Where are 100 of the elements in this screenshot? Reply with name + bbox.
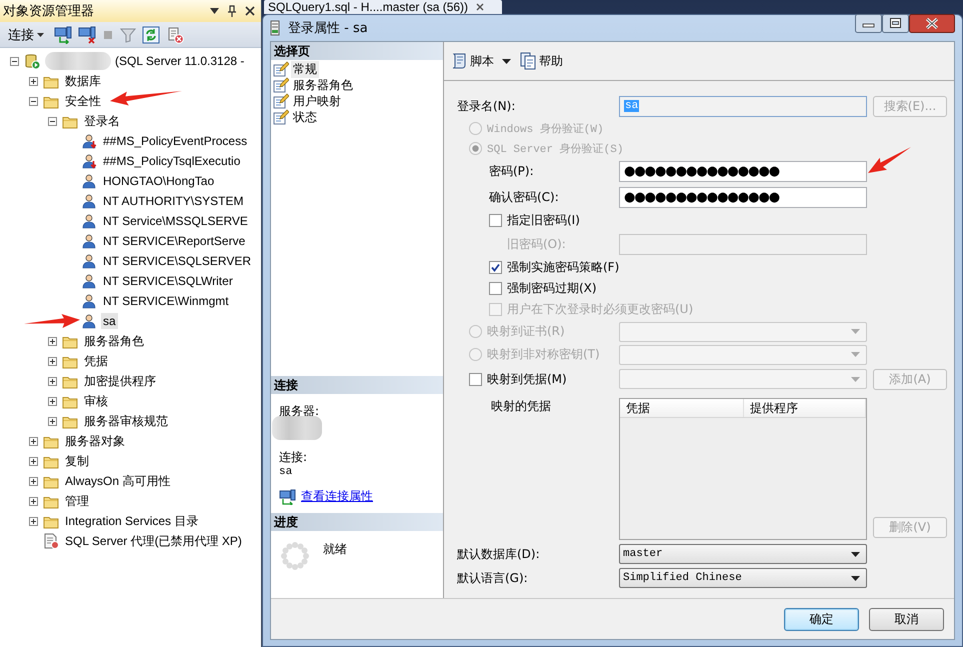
page-item[interactable]: 常规 — [291, 60, 319, 78]
column-header[interactable]: 凭据 — [620, 399, 744, 417]
checkbox[interactable] — [469, 372, 482, 386]
expander-icon[interactable] — [29, 456, 38, 466]
option-label: 强制实施密码策略(F) — [507, 259, 620, 276]
expander-icon[interactable] — [29, 96, 38, 106]
connect-button[interactable]: 连接 — [6, 26, 48, 44]
scroll-icon — [450, 52, 468, 70]
expander-icon[interactable] — [48, 376, 57, 386]
expander-icon[interactable] — [10, 56, 19, 66]
option-label: 映射到凭据(M) — [487, 370, 567, 388]
agent-icon — [43, 533, 59, 549]
spinner-icon — [279, 540, 311, 572]
cancel-button[interactable]: 取消 — [869, 608, 944, 630]
close-icon[interactable] — [476, 3, 484, 11]
expander-icon[interactable] — [48, 416, 57, 426]
connection-properties-link[interactable]: 查看连接属性 — [301, 488, 373, 505]
page-item[interactable]: 用户映射 — [291, 92, 343, 110]
connection-icon — [279, 488, 297, 504]
field-label: 映射的凭据 — [491, 398, 551, 415]
option-label: SQL Server 身份验证(S) — [487, 142, 624, 156]
expander-icon[interactable] — [48, 116, 57, 126]
tree-item[interactable]: 审核 — [82, 392, 110, 410]
tree-item[interactable]: 复制 — [63, 452, 91, 470]
annotation-arrow — [110, 91, 182, 106]
tree-item[interactable]: NT SERVICE\SQLSERVER — [101, 253, 254, 269]
expander-icon[interactable] — [29, 516, 38, 526]
expander-icon[interactable] — [29, 476, 38, 486]
status-text: 就绪 — [323, 541, 347, 558]
tree-item[interactable]: NT AUTHORITY\SYSTEM — [101, 193, 246, 209]
tree-item[interactable]: 服务器审核规范 — [82, 412, 170, 430]
maximize-icon[interactable] — [882, 14, 909, 33]
field-label: 确认密码(C): — [489, 188, 559, 206]
tree-item[interactable]: (SQL Server 11.0.3128 - — [113, 53, 246, 69]
tree-item[interactable]: 凭据 — [82, 352, 110, 370]
option-label: 强制密码过期(X) — [507, 280, 597, 297]
blurred-block — [272, 416, 322, 440]
tree-item[interactable]: NT Service\MSSQLSERVE — [101, 213, 250, 229]
caret-icon — [851, 552, 860, 556]
caret-icon — [851, 329, 860, 334]
help-button[interactable]: 帮助 — [519, 52, 563, 70]
tree-item[interactable]: NT SERVICE\Winmgmt — [101, 293, 231, 309]
filter-icon[interactable] — [120, 26, 136, 42]
caret-icon — [851, 576, 860, 580]
minimize-icon[interactable] — [855, 14, 882, 33]
option-label: Windows 身份验证(W) — [487, 122, 604, 136]
server-disconnect-icon[interactable] — [78, 26, 96, 44]
window-icon — [270, 20, 280, 36]
field-label: 默认数据库(D): — [457, 546, 540, 562]
connection-value: sa — [278, 466, 294, 478]
tree-item[interactable]: 安全性 — [63, 92, 103, 110]
field-label: 密码(P): — [489, 162, 534, 180]
tree-item[interactable]: SQL Server 代理(已禁用代理 XP) — [63, 532, 244, 550]
field-label: 旧密码(O): — [507, 236, 566, 252]
document-tab[interactable]: SQLQuery1.sql - H....master (sa (56)) — [264, 0, 502, 14]
expander-icon[interactable] — [29, 496, 38, 506]
script-button[interactable]: 脚本 — [450, 52, 494, 70]
expander-icon[interactable] — [48, 396, 57, 406]
tree-item[interactable]: 管理 — [63, 492, 91, 510]
server-label: 服务器: — [278, 403, 320, 420]
dropdown-icon[interactable] — [210, 8, 219, 14]
refresh-icon[interactable] — [142, 26, 160, 44]
tree-item[interactable]: AlwaysOn 高可用性 — [63, 472, 172, 490]
tree-item[interactable]: 数据库 — [63, 72, 103, 90]
tree-item[interactable]: HONGTAO\HongTao — [101, 173, 216, 189]
dropdown[interactable]: Simplified Chinese — [619, 568, 867, 588]
dropdown-icon[interactable] — [502, 58, 511, 64]
window-title: 登录属性 - sa — [288, 20, 368, 37]
tree-item[interactable]: NT SERVICE\ReportServe — [101, 233, 248, 249]
scroll-cancel-icon[interactable] — [166, 26, 184, 44]
caret-icon — [37, 32, 44, 36]
column-header[interactable]: 提供程序 — [744, 399, 866, 417]
close-icon[interactable] — [245, 6, 255, 16]
tree-item[interactable]: 登录名 — [82, 112, 122, 130]
server-connect-icon[interactable] — [54, 26, 72, 44]
tree-item[interactable]: 加密提供程序 — [82, 372, 158, 390]
annotation-arrow — [868, 147, 911, 173]
tree-item[interactable]: 服务器对象 — [63, 432, 127, 450]
tree-item[interactable]: NT SERVICE\SQLWriter — [101, 273, 235, 289]
caret-icon — [851, 352, 860, 357]
page-item[interactable]: 状态 — [291, 108, 319, 126]
server-icon — [24, 52, 41, 70]
close-icon[interactable] — [909, 14, 955, 33]
section-header: 选择页 — [271, 42, 443, 60]
expander-icon[interactable] — [29, 76, 38, 86]
tree-item[interactable]: Integration Services 目录 — [63, 512, 200, 530]
expander-icon[interactable] — [29, 436, 38, 446]
blurred-block — [45, 52, 111, 70]
tree-item[interactable]: sa — [101, 313, 118, 329]
ok-button[interactable]: 确定 — [784, 608, 859, 630]
field-label: 默认语言(G): — [457, 570, 528, 586]
pin-icon[interactable] — [227, 5, 237, 17]
dropdown[interactable]: master — [619, 544, 867, 564]
tree-item[interactable]: 服务器角色 — [82, 332, 146, 350]
section-header: 连接 — [271, 376, 443, 394]
connection-label: 连接: — [278, 449, 308, 466]
expander-icon[interactable] — [48, 356, 57, 366]
option-label: 指定旧密码(I) — [507, 212, 580, 229]
expander-icon[interactable] — [48, 336, 57, 346]
page-item[interactable]: 服务器角色 — [291, 76, 355, 94]
